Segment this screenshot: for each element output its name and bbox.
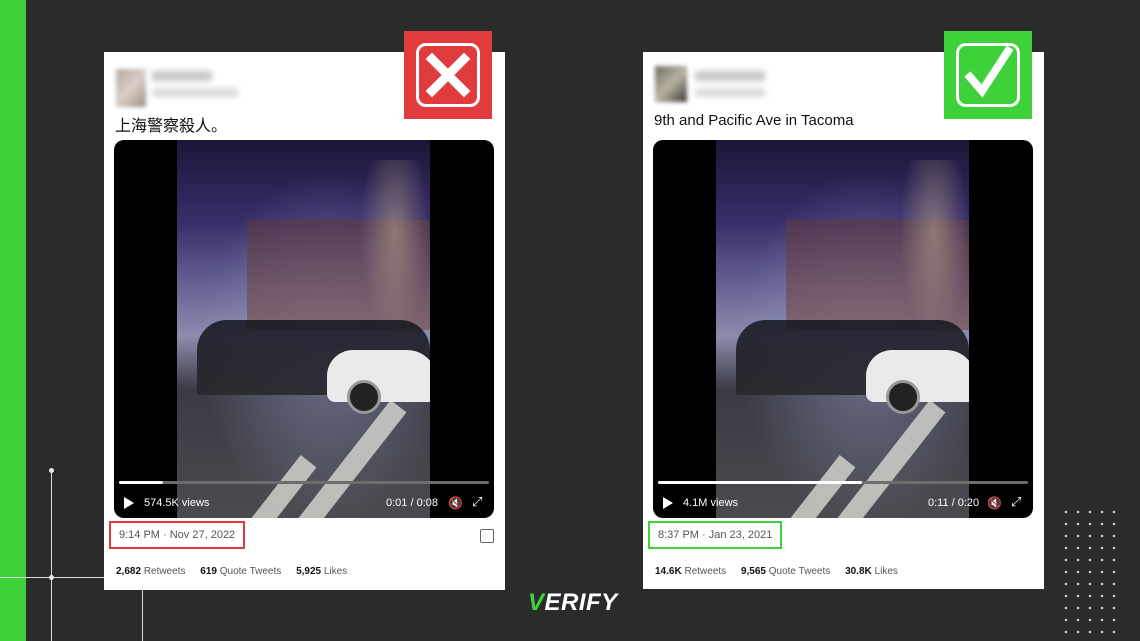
tweet-card-left: 上海警察殺人。 574.5K views 0:01 / 0:08 🔇 ⤢ 9:1… <box>104 52 505 590</box>
video-time: 0:11 / 0:20 <box>928 497 980 509</box>
quote-label: Quote Tweets <box>219 566 282 577</box>
decor-dot <box>49 468 54 473</box>
checkmark-icon <box>944 31 1032 119</box>
video-progress-bar[interactable] <box>658 481 1028 484</box>
timestamp-highlight[interactable]: 8:37 PM · Jan 23, 2021 <box>648 521 783 549</box>
like-label: Likes <box>323 566 348 577</box>
video-frame <box>177 140 430 518</box>
quote-label: Quote Tweets <box>768 566 831 577</box>
timestamp: 9:14 PM · Nov 27, 2022 <box>119 529 236 541</box>
video-progress-fill <box>658 481 862 484</box>
green-accent-bar <box>0 0 26 641</box>
tweet-stats: 2,682 Retweets 619 Quote Tweets 5,925 Li… <box>116 566 347 577</box>
play-icon[interactable] <box>124 497 134 509</box>
decor-line <box>142 590 143 641</box>
blurred-username <box>152 71 212 81</box>
fullscreen-icon[interactable]: ⤢ <box>1011 494 1021 510</box>
retweet-count[interactable]: 2,682 <box>116 566 141 577</box>
tweet-text: 上海警察殺人。 <box>115 118 228 135</box>
blurred-username <box>695 71 765 81</box>
tweet-text: 9th and Pacific Ave in Tacoma <box>654 112 854 129</box>
retweet-label: Retweets <box>143 566 186 577</box>
tweet-card-right: 9th and Pacific Ave in Tacoma 4.1M views… <box>643 52 1044 589</box>
blurred-handle <box>152 88 238 97</box>
retweet-count[interactable]: 14.6K <box>655 566 682 577</box>
like-label: Likes <box>874 566 898 577</box>
timestamp: 8:37 PM · Jan 23, 2021 <box>658 529 773 541</box>
timestamp-highlight[interactable]: 9:14 PM · Nov 27, 2022 <box>109 521 246 549</box>
mute-icon[interactable]: 🔇 <box>987 496 1002 510</box>
decor-dot <box>49 575 54 580</box>
video-progress-bar[interactable] <box>119 481 489 484</box>
play-icon[interactable] <box>663 497 673 509</box>
view-count: 4.1M views <box>683 497 739 509</box>
decor-line <box>51 470 52 641</box>
video-player[interactable]: 574.5K views 0:01 / 0:08 🔇 ⤢ <box>114 140 494 518</box>
fullscreen-icon[interactable]: ⤢ <box>472 494 482 510</box>
video-progress-fill <box>119 481 164 484</box>
quote-count[interactable]: 9,565 <box>741 566 766 577</box>
tweet-stats: 14.6K Retweets 9,565 Quote Tweets 30.8K … <box>655 566 898 577</box>
verify-logo: VERIFY <box>528 589 618 617</box>
view-count: 574.5K views <box>144 497 210 509</box>
analytics-icon[interactable] <box>480 529 494 543</box>
decor-dot-grid <box>1060 506 1122 641</box>
mute-icon[interactable]: 🔇 <box>448 496 463 510</box>
quote-count[interactable]: 619 <box>200 566 217 577</box>
retweet-label: Retweets <box>684 566 727 577</box>
like-count[interactable]: 30.8K <box>845 566 872 577</box>
blurred-handle <box>695 88 765 97</box>
like-count[interactable]: 5,925 <box>296 566 321 577</box>
avatar[interactable] <box>655 66 687 102</box>
video-frame <box>716 140 969 518</box>
logo-text: ERIFY <box>544 589 618 616</box>
video-time: 0:01 / 0:08 <box>386 497 438 509</box>
logo-v: V <box>528 589 545 616</box>
x-mark-icon <box>404 31 492 119</box>
video-player[interactable]: 4.1M views 0:11 / 0:20 🔇 ⤢ <box>653 140 1033 518</box>
avatar[interactable] <box>116 69 146 107</box>
